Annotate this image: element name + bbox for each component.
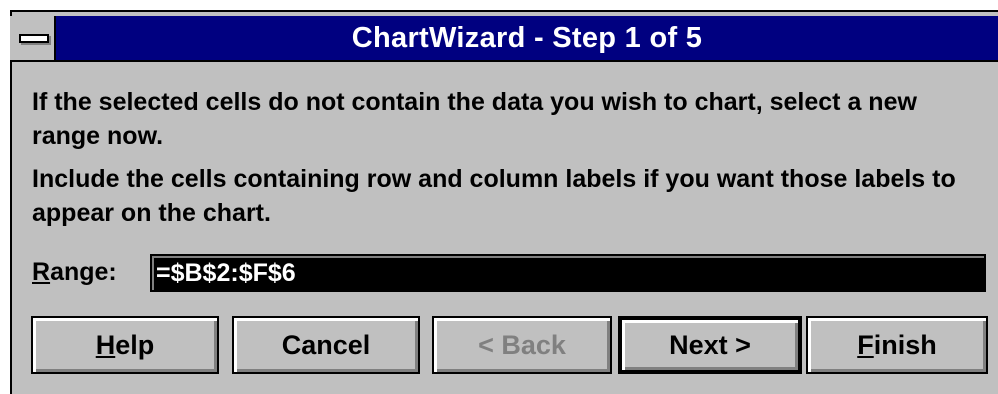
help-button[interactable]: Help bbox=[31, 316, 219, 374]
title-bar[interactable]: ChartWizard - Step 1 of 5 bbox=[10, 16, 998, 62]
range-label-text: ange: bbox=[50, 258, 117, 286]
finish-button[interactable]: Finish bbox=[806, 316, 988, 374]
help-button-label: elp bbox=[115, 330, 155, 360]
cancel-button[interactable]: Cancel bbox=[232, 316, 420, 374]
system-menu-button[interactable] bbox=[10, 16, 56, 60]
window-title: ChartWizard - Step 1 of 5 bbox=[351, 22, 703, 54]
next-button[interactable]: Next > bbox=[618, 316, 802, 374]
finish-button-accelerator: F bbox=[857, 330, 874, 360]
range-label: Range: bbox=[32, 255, 117, 289]
system-menu-icon bbox=[19, 34, 49, 43]
instruction-text-2: Include the cells containing row and col… bbox=[32, 165, 956, 227]
instruction-text-1: If the selected cells do not contain the… bbox=[32, 88, 917, 150]
range-input[interactable]: =$B$2:$F$6 bbox=[150, 254, 986, 292]
back-button: < Back bbox=[432, 316, 612, 374]
range-label-accelerator: R bbox=[32, 258, 51, 286]
finish-button-label: inish bbox=[873, 330, 937, 360]
help-button-accelerator: H bbox=[95, 330, 116, 360]
